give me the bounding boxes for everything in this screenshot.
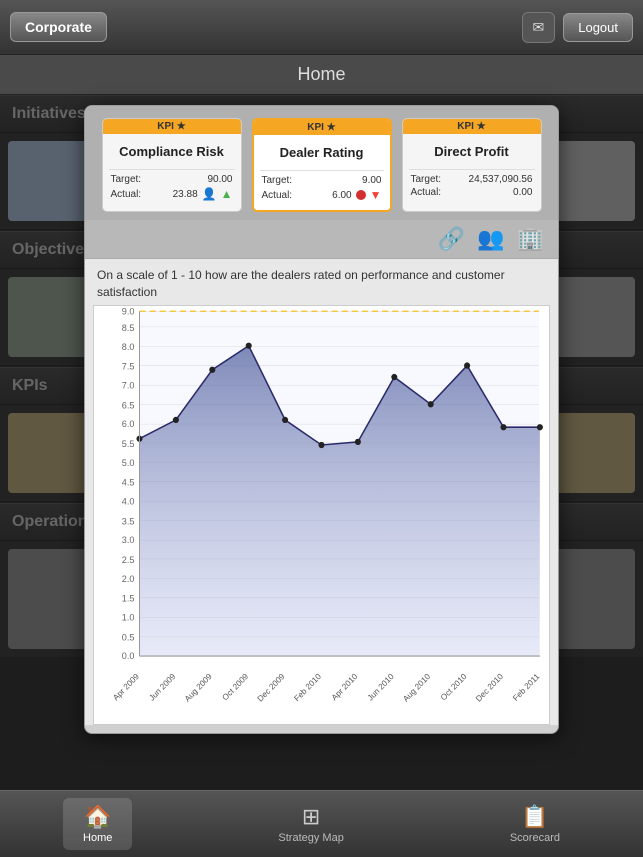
kpi-card-compliance[interactable]: KPI ★ Compliance Risk Target: 90.00 Actu… [102, 118, 242, 212]
svg-text:Feb 2011: Feb 2011 [511, 671, 541, 702]
modal-overlay: KPI ★ Compliance Risk Target: 90.00 Actu… [0, 95, 643, 790]
kpi-metrics-dealer: Target: 9.00 Actual: 6.00 ▼ [254, 171, 390, 210]
svg-text:0.0: 0.0 [122, 651, 135, 661]
svg-text:Oct 2010: Oct 2010 [439, 671, 469, 702]
tab-bar: 🏠 Home ⊞ Strategy Map 📋 Scorecard [0, 790, 643, 857]
svg-text:1.0: 1.0 [122, 612, 135, 622]
top-bar: Corporate ✉ Logout [0, 0, 643, 55]
svg-text:2.0: 2.0 [122, 573, 135, 583]
logout-button[interactable]: Logout [563, 13, 633, 42]
chart-container: 0.0 0.5 1.0 1.5 2.0 2.5 3.0 3.5 4.0 4.5 … [93, 305, 550, 725]
modal-icons-row: 🔗 👥 🏢 [85, 220, 558, 258]
home-tab-label: Home [83, 832, 112, 844]
kpi-card-title-profit: Direct Profit [403, 134, 541, 169]
svg-text:8.0: 8.0 [122, 341, 135, 351]
kpi-card-header-dealer: KPI ★ [254, 120, 390, 135]
svg-text:2.5: 2.5 [122, 555, 135, 565]
kpi-metrics-compliance: Target: 90.00 Actual: 23.88 👤 ▲ [103, 170, 241, 209]
svg-text:0.5: 0.5 [122, 632, 135, 642]
svg-text:4.0: 4.0 [122, 496, 135, 506]
kpi-card-title-dealer: Dealer Rating [254, 135, 390, 170]
page-title-bar: Home [0, 55, 643, 95]
kpi-card-profit[interactable]: KPI ★ Direct Profit Target: 24,537,090.5… [402, 118, 542, 212]
svg-text:9.0: 9.0 [122, 306, 135, 316]
svg-text:Oct 2009: Oct 2009 [221, 671, 251, 702]
svg-text:5.0: 5.0 [122, 457, 135, 467]
tab-home[interactable]: 🏠 Home [63, 798, 132, 850]
svg-text:3.0: 3.0 [122, 535, 135, 545]
strategy-tab-label: Strategy Map [278, 832, 343, 844]
kpi-modal: KPI ★ Compliance Risk Target: 90.00 Actu… [84, 105, 559, 734]
tab-strategy[interactable]: ⊞ Strategy Map [258, 798, 363, 850]
svg-text:Aug 2010: Aug 2010 [401, 671, 432, 703]
kpi-card-header-compliance: KPI ★ [103, 119, 241, 134]
svg-text:Aug 2009: Aug 2009 [183, 671, 214, 703]
home-tab-icon: 🏠 [84, 804, 111, 830]
svg-text:6.0: 6.0 [122, 419, 135, 429]
svg-text:Apr 2010: Apr 2010 [330, 671, 360, 702]
svg-text:Jun 2010: Jun 2010 [366, 671, 396, 702]
svg-text:7.0: 7.0 [122, 380, 135, 390]
scorecard-tab-icon: 📋 [521, 804, 548, 830]
link-icon[interactable]: 🔗 [438, 226, 465, 252]
mail-button[interactable]: ✉ [522, 12, 556, 43]
top-right-actions: ✉ Logout [522, 12, 634, 43]
svg-text:5.5: 5.5 [122, 439, 135, 449]
svg-text:7.5: 7.5 [122, 361, 135, 371]
kpi-metrics-profit: Target: 24,537,090.56 Actual: 0.00 [403, 170, 541, 206]
svg-text:Feb 2010: Feb 2010 [292, 671, 323, 703]
svg-text:8.5: 8.5 [122, 323, 135, 333]
kpi-cards-section: KPI ★ Compliance Risk Target: 90.00 Actu… [85, 106, 558, 220]
svg-text:Apr 2009: Apr 2009 [111, 671, 141, 702]
kpi-card-title-compliance: Compliance Risk [103, 134, 241, 169]
chart-svg: 0.0 0.5 1.0 1.5 2.0 2.5 3.0 3.5 4.0 4.5 … [94, 306, 549, 724]
chart-description: On a scale of 1 - 10 how are the dealers… [85, 259, 558, 305]
svg-text:Dec 2009: Dec 2009 [256, 671, 287, 703]
scorecard-tab-label: Scorecard [510, 832, 560, 844]
svg-text:Dec 2010: Dec 2010 [474, 671, 505, 703]
svg-text:3.5: 3.5 [122, 516, 135, 526]
svg-text:6.5: 6.5 [122, 400, 135, 410]
strategy-tab-icon: ⊞ [302, 804, 320, 830]
svg-text:1.5: 1.5 [122, 593, 135, 603]
chart-section: On a scale of 1 - 10 how are the dealers… [85, 258, 558, 725]
org-icon[interactable]: 🏢 [517, 226, 544, 252]
users-icon[interactable]: 👥 [477, 226, 504, 252]
kpi-card-dealer[interactable]: KPI ★ Dealer Rating Target: 9.00 Actual:… [252, 118, 392, 212]
corporate-button[interactable]: Corporate [10, 12, 107, 42]
kpi-card-header-profit: KPI ★ [403, 119, 541, 134]
svg-text:4.5: 4.5 [122, 477, 135, 487]
svg-text:Jun 2009: Jun 2009 [148, 671, 178, 702]
tab-scorecard[interactable]: 📋 Scorecard [490, 798, 580, 850]
page-title: Home [297, 64, 345, 85]
